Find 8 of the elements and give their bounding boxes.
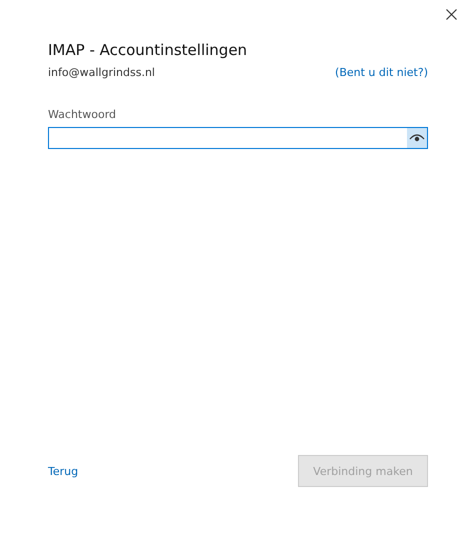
eye-icon[interactable]: [407, 128, 427, 148]
account-email: info@wallgrindss.nl: [48, 66, 155, 79]
not-you-link[interactable]: (Bent u dit niet?): [335, 66, 428, 79]
password-field[interactable]: [48, 127, 428, 149]
back-link[interactable]: Terug: [48, 464, 78, 478]
dialog-title: IMAP - Accountinstellingen: [48, 41, 248, 59]
close-icon[interactable]: [446, 9, 457, 20]
field-label: Wachtwoord: [48, 108, 118, 121]
